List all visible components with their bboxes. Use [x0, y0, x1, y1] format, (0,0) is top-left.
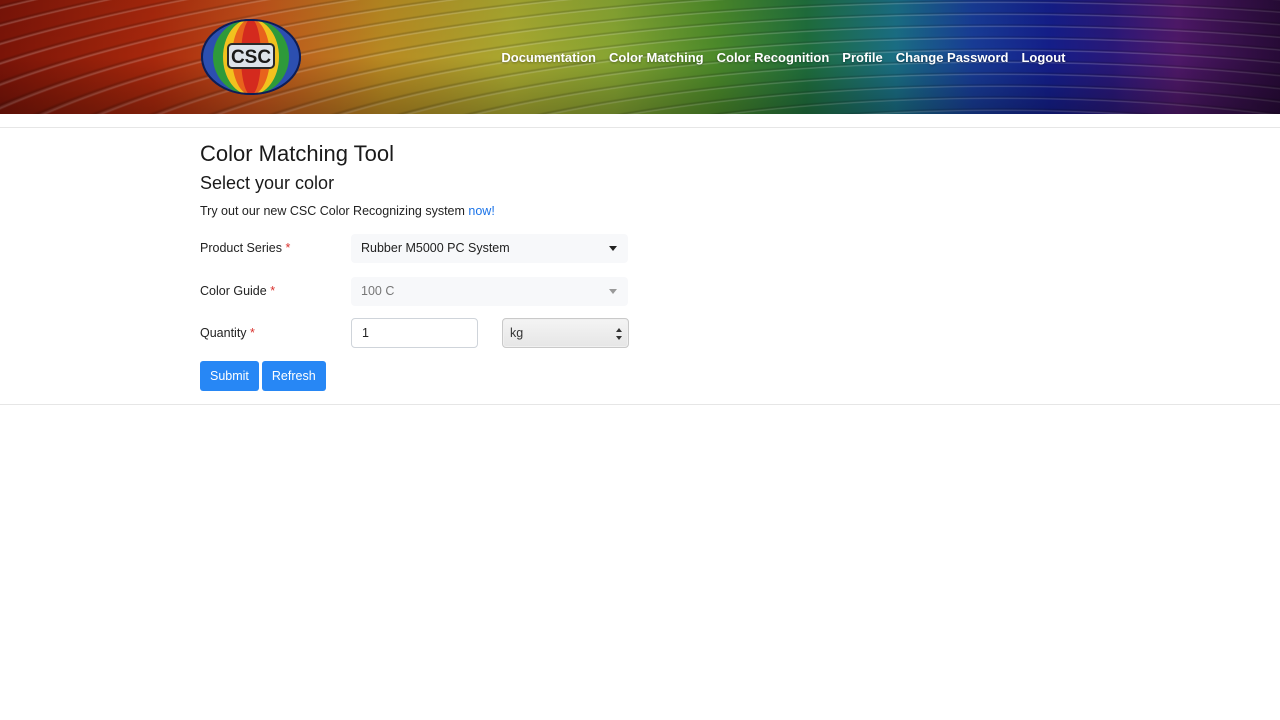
quantity-input[interactable] — [351, 318, 478, 348]
caret-down-icon — [609, 245, 617, 251]
main-content: Color Matching Tool Select your color Tr… — [200, 140, 640, 391]
divider-top — [0, 127, 1280, 128]
unit-select[interactable]: kg — [502, 318, 629, 348]
csc-globe-icon: CSC — [201, 19, 301, 95]
color-guide-label-text: Color Guide — [200, 284, 267, 298]
nav-logout[interactable]: Logout — [1015, 49, 1072, 67]
nav-documentation[interactable]: Documentation — [495, 49, 603, 67]
top-nav: Documentation Color Matching Color Recog… — [495, 49, 1072, 67]
form-actions: Submit Refresh — [200, 361, 326, 391]
quantity-label-text: Quantity — [200, 326, 247, 340]
refresh-button[interactable]: Refresh — [261, 361, 326, 391]
product-series-label-text: Product Series — [200, 241, 282, 255]
quantity-row: Quantity * kg — [200, 318, 640, 348]
submit-button[interactable]: Submit — [200, 361, 259, 391]
color-guide-value: 100 C — [361, 284, 395, 298]
divider-bottom — [0, 404, 1280, 405]
page-title: Color Matching Tool — [200, 141, 395, 166]
color-guide-label: Color Guide * — [200, 284, 351, 298]
nav-color-recognition[interactable]: Color Recognition — [710, 49, 836, 67]
product-series-label: Product Series * — [200, 241, 351, 255]
color-guide-row: Color Guide * 100 C — [200, 276, 640, 306]
page-subtitle: Select your color — [200, 173, 335, 193]
banner-dark-edge — [1120, 0, 1280, 114]
product-series-value: Rubber M5000 PC System — [361, 241, 510, 255]
promo-link[interactable]: now! — [468, 204, 494, 218]
nav-change-password[interactable]: Change Password — [889, 49, 1015, 67]
up-down-arrows-icon — [616, 328, 622, 340]
quantity-label: Quantity * — [200, 326, 351, 340]
unit-value: kg — [510, 326, 524, 340]
required-marker: * — [250, 326, 255, 340]
promo-message: Try out our new CSC Color Recognizing sy… — [200, 204, 469, 218]
color-guide-select[interactable]: 100 C — [351, 276, 628, 306]
nav-profile[interactable]: Profile — [836, 49, 889, 67]
csc-logo[interactable]: CSC — [200, 18, 302, 96]
logo-text: CSC — [231, 47, 271, 68]
product-series-row: Product Series * Rubber M5000 PC System — [200, 233, 640, 263]
required-marker: * — [270, 284, 276, 298]
required-marker: * — [285, 241, 291, 255]
product-series-select[interactable]: Rubber M5000 PC System — [351, 233, 628, 263]
promo-text: Try out our new CSC Color Recognizing sy… — [200, 203, 640, 219]
caret-down-icon — [609, 288, 617, 294]
nav-color-matching[interactable]: Color Matching — [603, 49, 711, 67]
